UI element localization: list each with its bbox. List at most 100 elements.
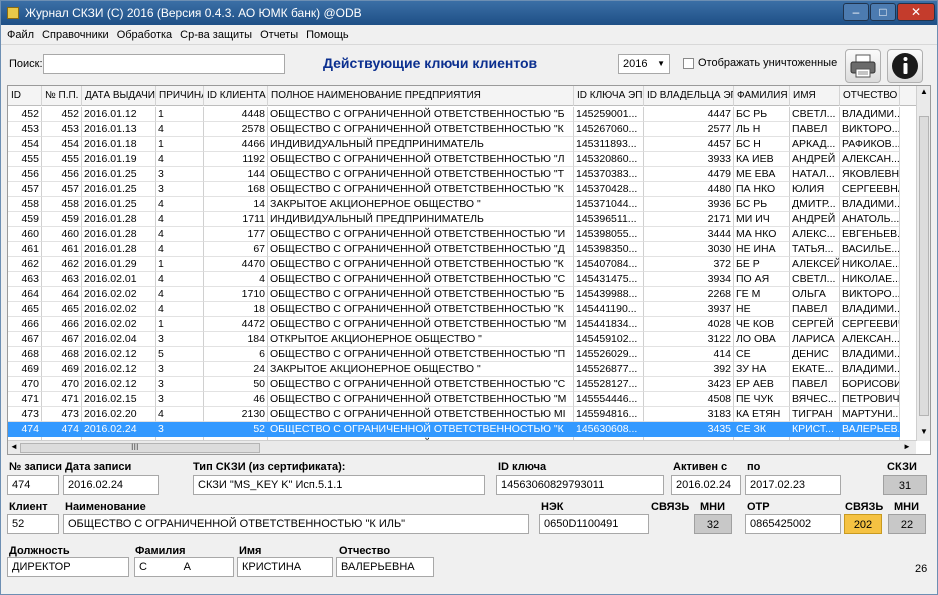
table-row[interactable]: 454 454 2016.01.18 1 4466 ИНДИВИДУАЛЬНЫЙ ПРЕД… [8, 137, 916, 152]
scroll-up-icon[interactable]: ▲ [920, 87, 928, 96]
otp-field[interactable]: 0865425002 [745, 514, 841, 534]
table-row[interactable]: 470 470 2016.02.12 3 50 ОБЩЕСТВО С ОГРАНИЧЕНН… [8, 377, 916, 392]
cell-date: 2016.02.20 [82, 407, 156, 422]
close-button[interactable]: ✕ [897, 3, 935, 21]
year-select[interactable]: 2016 ▼ [618, 54, 670, 74]
table-row[interactable]: 465 465 2016.02.02 4 18 ОБЩЕСТВО С ОГРАНИЧЕНН… [8, 302, 916, 317]
table-row[interactable]: 463 463 2016.02.01 4 4 ОБЩЕСТВО С ОГРАНИЧЕННО… [8, 272, 916, 287]
cell-org-name: ОБЩЕСТВО С ОГРАНИЧЕННОЙ ОТВЕТСТВЕННОСТЬЮ… [268, 302, 574, 317]
cell-org-name: ИНДИВИДУАЛЬНЫЙ ПРЕДПРИНИМАТЕЛЬ [268, 137, 574, 152]
record-date-field[interactable]: 2016.02.24 [63, 475, 159, 495]
cell-client-id: 1711 [204, 212, 268, 227]
table-row[interactable]: 458 458 2016.01.25 4 14 ЗАКРЫТОЕ АКЦИОНЕРНОЕ … [8, 197, 916, 212]
table-row[interactable]: 471 471 2016.02.15 3 46 ОБЩЕСТВО С ОГРАНИЧЕНН… [8, 392, 916, 407]
cell-patronymic: БОРИСОВИЧ [840, 377, 900, 392]
cell-reason: 4 [156, 122, 204, 137]
column-header-reason[interactable]: ПРИЧИНА [156, 86, 204, 106]
cell-client-id: 2130 [204, 407, 268, 422]
table-row[interactable]: 460 460 2016.01.28 4 177 ОБЩЕСТВО С ОГРАНИЧЕН… [8, 227, 916, 242]
column-header-pp[interactable]: № П.П. [42, 86, 82, 106]
table-row[interactable]: 462 462 2016.01.29 1 4470 ОБЩЕСТВО С ОГРАНИЧЕ… [8, 257, 916, 272]
cell-key-id: 145311893... [574, 137, 644, 152]
menu-file[interactable]: Файл [1, 25, 38, 45]
cell-key-id: 145554446... [574, 392, 644, 407]
record-no-field[interactable]: 474 [7, 475, 59, 495]
table-row[interactable]: 468 468 2016.02.12 5 6 ОБЩЕСТВО С ОГРАНИЧЕННО… [8, 347, 916, 362]
column-header-first-name[interactable]: ИМЯ [790, 86, 840, 106]
cell-org-name: ОБЩЕСТВО С ОГРАНИЧЕННОЙ ОТВЕТСТВЕННОСТЬЮ… [268, 347, 574, 362]
cell-pp: 459 [42, 212, 82, 227]
table-row[interactable]: 459 459 2016.01.28 4 1711 ИНДИВИДУАЛЬНЫЙ ПРЕД… [8, 212, 916, 227]
cell-id: 459 [8, 212, 42, 227]
column-header-id[interactable]: ID [8, 86, 42, 106]
vertical-scrollbar[interactable]: ▲ ▼ [916, 86, 930, 441]
column-header-surname[interactable]: ФАМИЛИЯ [734, 86, 790, 106]
surname-field[interactable]: С А [134, 557, 234, 577]
title-bar: Журнал СКЗИ (С) 2016 (Версия 0.4.3. АО Ю… [1, 1, 937, 25]
vertical-scroll-thumb[interactable] [919, 116, 929, 416]
menu-help[interactable]: Помощь [302, 25, 353, 45]
keys-table[interactable]: ID № П.П. ДАТА ВЫДАЧИ ПРИЧИНА ID КЛИЕНТА ПОЛН… [7, 85, 931, 455]
scroll-left-icon[interactable]: ◄ [10, 442, 18, 451]
info-button[interactable] [887, 49, 923, 83]
print-button[interactable] [845, 49, 881, 83]
cell-patronymic: МАРТУНИ... [840, 407, 900, 422]
menu-reports[interactable]: Отчеты [256, 25, 302, 45]
table-row[interactable]: 456 456 2016.01.25 3 144 ОБЩЕСТВО С ОГРАНИЧЕН… [8, 167, 916, 182]
column-header-client-id[interactable]: ID КЛИЕНТА [204, 86, 268, 106]
otp-mni-value: 22 [888, 514, 926, 534]
client-field[interactable]: 52 [7, 514, 59, 534]
cell-first-name: ТАТЬЯ... [790, 242, 840, 257]
cell-first-name: АЛЕКС... [790, 227, 840, 242]
menu-dictionaries[interactable]: Справочники [38, 25, 113, 45]
table-row[interactable]: 467 467 2016.02.04 3 184 ОТКРЫТОЕ АКЦИОНЕРНОЕ… [8, 332, 916, 347]
cell-pp: 471 [42, 392, 82, 407]
table-row-selected[interactable]: 474 474 2016.02.24 3 52 ОБЩЕСТВО С ОГРАНИЧЕНН… [8, 422, 916, 437]
table-row[interactable]: 453 453 2016.01.13 4 2578 ОБЩЕСТВО С ОГРАНИЧЕ… [8, 122, 916, 137]
cell-reason: 3 [156, 422, 204, 437]
scroll-right-icon[interactable]: ► [903, 442, 911, 451]
menu-processing[interactable]: Обработка [113, 25, 176, 45]
table-row[interactable]: 461 461 2016.01.28 4 67 ОБЩЕСТВО С ОГРАНИЧЕНН… [8, 242, 916, 257]
cell-pp: 473 [42, 407, 82, 422]
column-header-key-id[interactable]: ID КЛЮЧА ЭП [574, 86, 644, 106]
skzi-type-field[interactable]: СКЗИ "MS_KEY K" Исп.5.1.1 [193, 475, 485, 495]
position-field[interactable]: ДИРЕКТОР [7, 557, 129, 577]
column-header-owner-id[interactable]: ID ВЛАДЕЛЬЦА ЭП [644, 86, 734, 106]
menu-protection[interactable]: Ср-ва защиты [176, 25, 256, 45]
patronymic-field[interactable]: ВАЛЕРЬЕВНА [336, 557, 434, 577]
column-header-org-name[interactable]: ПОЛНОЕ НАИМЕНОВАНИЕ ПРЕДПРИЯТИЯ [268, 86, 574, 106]
table-row[interactable]: 455 455 2016.01.19 4 1192 ОБЩЕСТВО С ОГРАНИЧЕ… [8, 152, 916, 167]
cell-patronymic: ВИКТОРО... [840, 287, 900, 302]
cell-client-id: 4470 [204, 257, 268, 272]
key-id-field[interactable]: 14563060829793011 [496, 475, 664, 495]
table-row[interactable]: 466 466 2016.02.02 1 4472 ОБЩЕСТВО С ОГРАНИЧЕ… [8, 317, 916, 332]
org-name-field[interactable]: ОБЩЕСТВО С ОГРАНИЧЕННОЙ ОТВЕТСТВЕННОСТЬЮ… [63, 514, 529, 534]
active-to-field[interactable]: 2017.02.23 [745, 475, 841, 495]
show-destroyed-checkbox[interactable] [683, 58, 694, 69]
first-name-field[interactable]: КРИСТИНА [237, 557, 333, 577]
scroll-down-icon[interactable]: ▼ [920, 427, 928, 436]
table-row[interactable]: 452 452 2016.01.12 1 4448 ОБЩЕСТВО С ОГРАНИЧЕ… [8, 107, 916, 122]
cell-owner-id: 3183 [644, 407, 734, 422]
table-row[interactable]: 469 469 2016.02.12 3 24 ЗАКРЫТОЕ АКЦИОНЕРНОЕ … [8, 362, 916, 377]
cell-reason: 4 [156, 407, 204, 422]
maximize-button[interactable]: □ [870, 3, 896, 21]
table-row[interactable]: 464 464 2016.02.02 4 1710 ОБЩЕСТВО С ОГРАНИЧЕ… [8, 287, 916, 302]
cell-org-name: ОБЩЕСТВО С ОГРАНИЧЕННОЙ ОТВЕТСТВЕННОСТЬЮ… [268, 182, 574, 197]
table-row[interactable]: 457 457 2016.01.25 3 168 ОБЩЕСТВО С ОГРАНИЧЕН… [8, 182, 916, 197]
cell-client-id: 1710 [204, 287, 268, 302]
cell-key-id: 145459102... [574, 332, 644, 347]
table-row[interactable]: 473 473 2016.02.20 4 2130 ОБЩЕСТВО С ОГРАНИЧЕ… [8, 407, 916, 422]
minimize-button[interactable]: – [843, 3, 869, 21]
cell-id: 460 [8, 227, 42, 242]
column-header-patronymic[interactable]: ОТЧЕСТВО [840, 86, 900, 106]
search-input[interactable] [43, 54, 285, 74]
horizontal-scroll-thumb[interactable]: III [20, 442, 260, 453]
column-header-date[interactable]: ДАТА ВЫДАЧИ [82, 86, 156, 106]
nek-field[interactable]: 0650D1100491 [539, 514, 649, 534]
active-from-field[interactable]: 2016.02.24 [671, 475, 741, 495]
cell-key-id: 145528127... [574, 377, 644, 392]
cell-id: 456 [8, 167, 42, 182]
horizontal-scrollbar[interactable]: ◄ III ► [8, 440, 916, 454]
